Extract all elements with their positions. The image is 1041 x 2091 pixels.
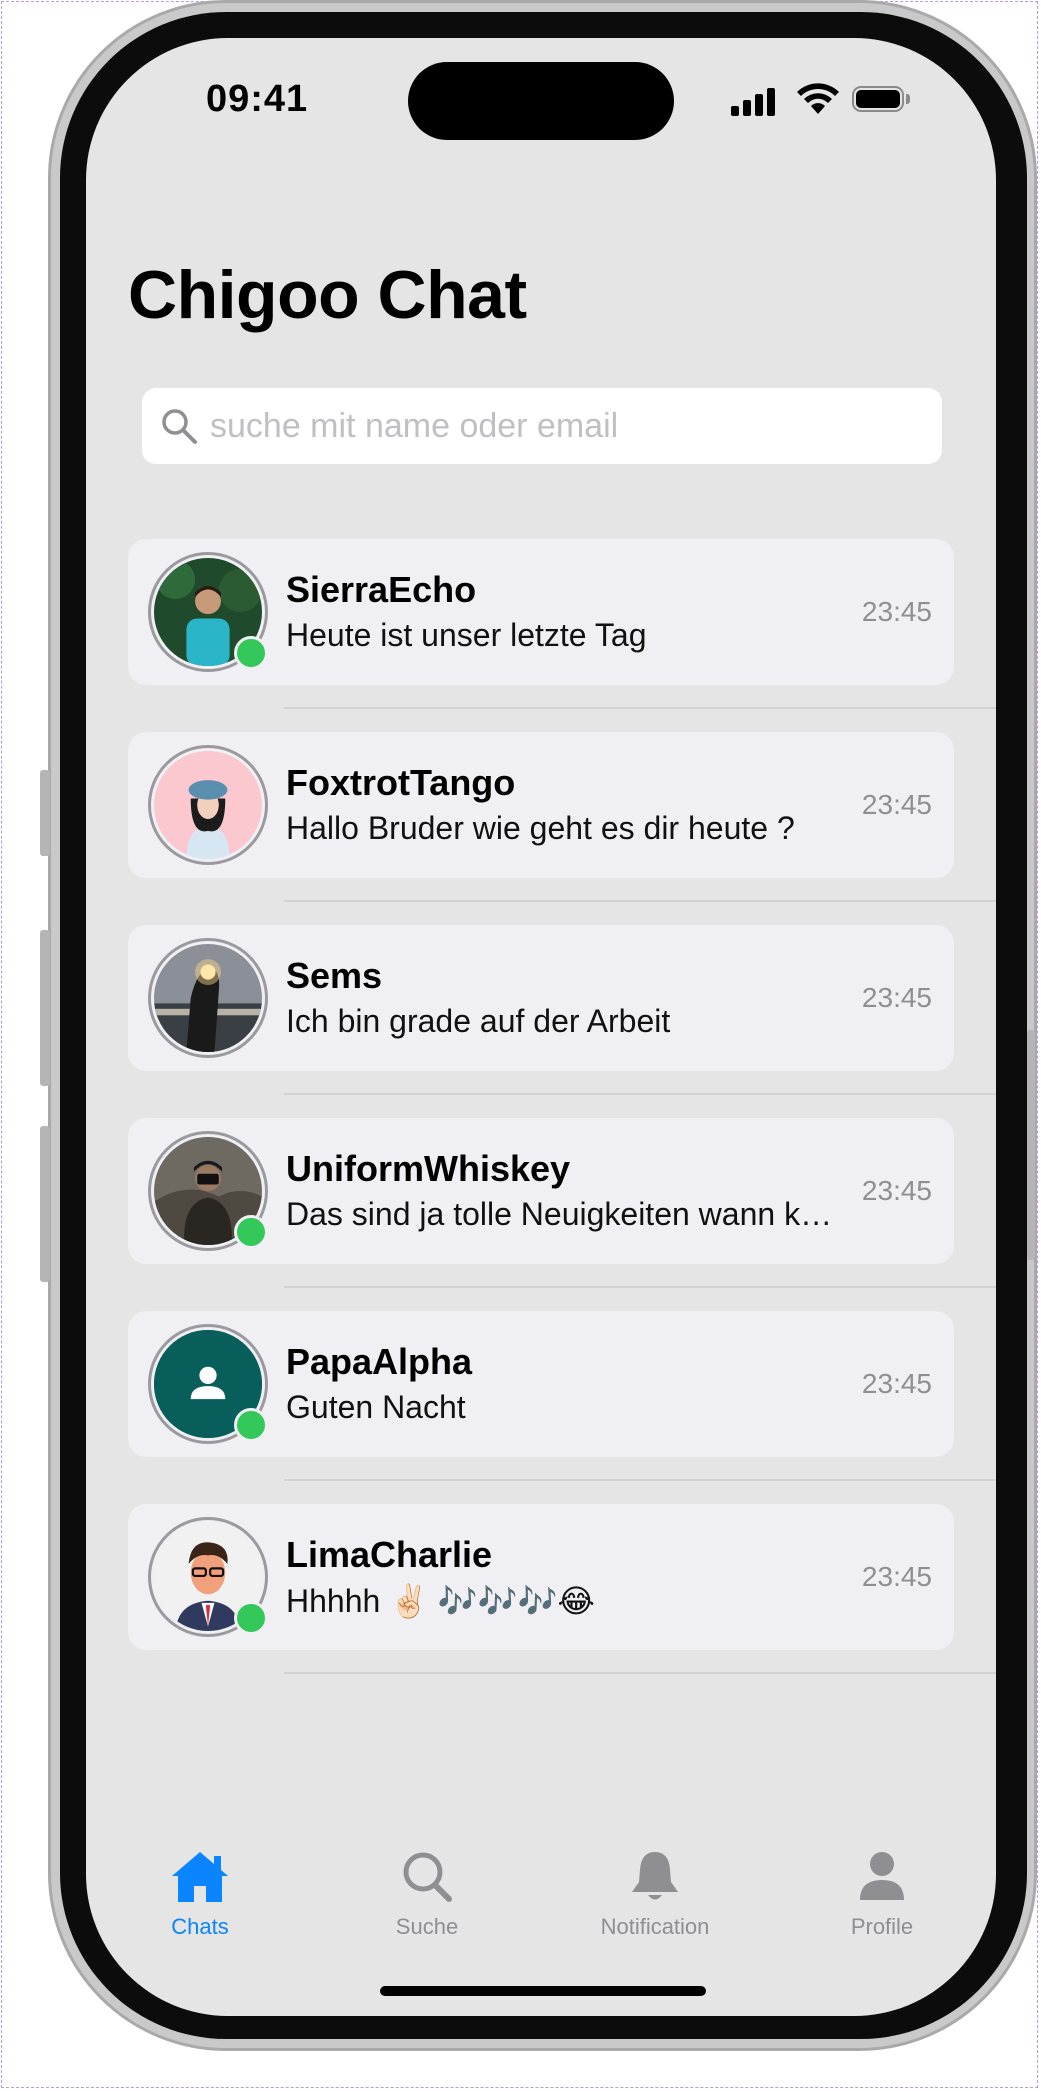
chat-card[interactable]: PapaAlpha Guten Nacht 23:45 [128,1311,954,1457]
chat-last-message: Guten Nacht [286,1389,466,1425]
chat-time: 23:45 [861,789,932,820]
chat-last-message: Hallo Bruder wie geht es dir heute ? [286,810,795,846]
search-icon [162,409,197,444]
chat-name: LimaCharlie [286,1534,493,1575]
avatar[interactable] [148,938,268,1058]
chat-row-foxtrottango: FoxtrotTango Hallo Bruder wie geht es di… [128,732,996,925]
online-status-dot [234,1408,268,1442]
chat-name: PapaAlpha [286,1341,473,1382]
chat-last-message: Das sind ja tolle Neuigkeiten wann komms… [286,1196,846,1232]
tab-profile[interactable]: Profile [782,1838,982,1958]
chat-name: Sems [286,955,383,996]
chat-row-limacharlie: LimaCharlie Hhhhh ✌🏻 🎶🎶🎶😂 23:45 [128,1504,996,1697]
divider [284,900,996,902]
phone-screen: 09:41 Chigoo Chat suche mit name oder em… [86,38,996,2016]
dynamic-island [408,62,674,140]
chat-name: SierraEcho [286,569,477,610]
avatar-illustration-woman [154,751,262,859]
chat-row-sems: Sems Ich bin grade auf der Arbeit 23:45 [128,925,996,1118]
chat-card[interactable]: UniformWhiskey Das sind ja tolle Neuigke… [128,1118,954,1264]
online-status-dot [234,1601,268,1635]
tab-label: Profile [850,1914,914,1939]
chat-row-papaalpha: PapaAlpha Guten Nacht 23:45 [128,1311,996,1504]
divider [284,1093,996,1095]
home-indicator[interactable] [380,1986,706,1996]
search-bar[interactable] [142,388,942,464]
cellular-signal-icon [731,86,777,116]
online-status-dot [234,636,268,670]
search-icon [403,1852,452,1902]
chat-card[interactable]: FoxtrotTango Hallo Bruder wie geht es di… [128,732,954,878]
chat-row-uniformwhiskey: UniformWhiskey Das sind ja tolle Neuigke… [128,1118,996,1311]
chat-name: UniformWhiskey [286,1148,571,1189]
chat-time: 23:45 [861,596,932,627]
chat-time: 23:45 [861,1175,932,1206]
person-icon [860,1852,904,1900]
chat-time: 23:45 [861,1561,932,1592]
chat-name: FoxtrotTango [286,762,516,803]
tab-label: Notification [600,1914,710,1939]
chat-list: SierraEcho Heute ist unser letzte Tag 23… [128,539,996,1697]
tab-notification[interactable]: Notification [555,1838,755,1958]
chat-last-message: Hhhhh ✌🏻 🎶🎶🎶😂 [286,1583,595,1619]
chat-row-sierraecho: SierraEcho Heute ist unser letzte Tag 23… [128,539,996,732]
bell-icon [632,1852,678,1900]
power-button [1027,1030,1035,1260]
tab-bar: Chats Suche Notification Profile [86,1838,996,1958]
tab-label: Chats [171,1914,229,1939]
page-title: Chigoo Chat [128,257,527,333]
chat-last-message: Ich bin grade auf der Arbeit [286,1003,671,1039]
chat-time: 23:45 [861,1368,932,1399]
online-status-dot [234,1215,268,1249]
chat-card[interactable]: LimaCharlie Hhhhh ✌🏻 🎶🎶🎶😂 23:45 [128,1504,954,1650]
chat-card[interactable]: Sems Ich bin grade auf der Arbeit 23:45 [128,925,954,1071]
chat-card[interactable]: SierraEcho Heute ist unser letzte Tag 23… [128,539,954,685]
chat-last-message: Heute ist unser letzte Tag [286,617,647,653]
divider [284,1479,996,1481]
avatar[interactable] [148,745,268,865]
wifi-icon [797,83,839,114]
divider [284,1672,996,1674]
battery-icon [852,86,912,114]
avatar-photo-hand-sunset [154,944,262,1052]
house-icon [172,1852,228,1902]
status-time: 09:41 [206,78,309,120]
tab-suche[interactable]: Suche [327,1838,527,1958]
divider [284,707,996,709]
volume-up-button [40,930,50,1086]
tab-label: Suche [395,1914,459,1939]
search-input[interactable] [210,388,930,464]
chat-time: 23:45 [861,982,932,1013]
volume-down-button [40,1126,50,1282]
mute-switch [40,770,50,856]
divider [284,1286,996,1288]
tab-chats[interactable]: Chats [100,1838,300,1958]
